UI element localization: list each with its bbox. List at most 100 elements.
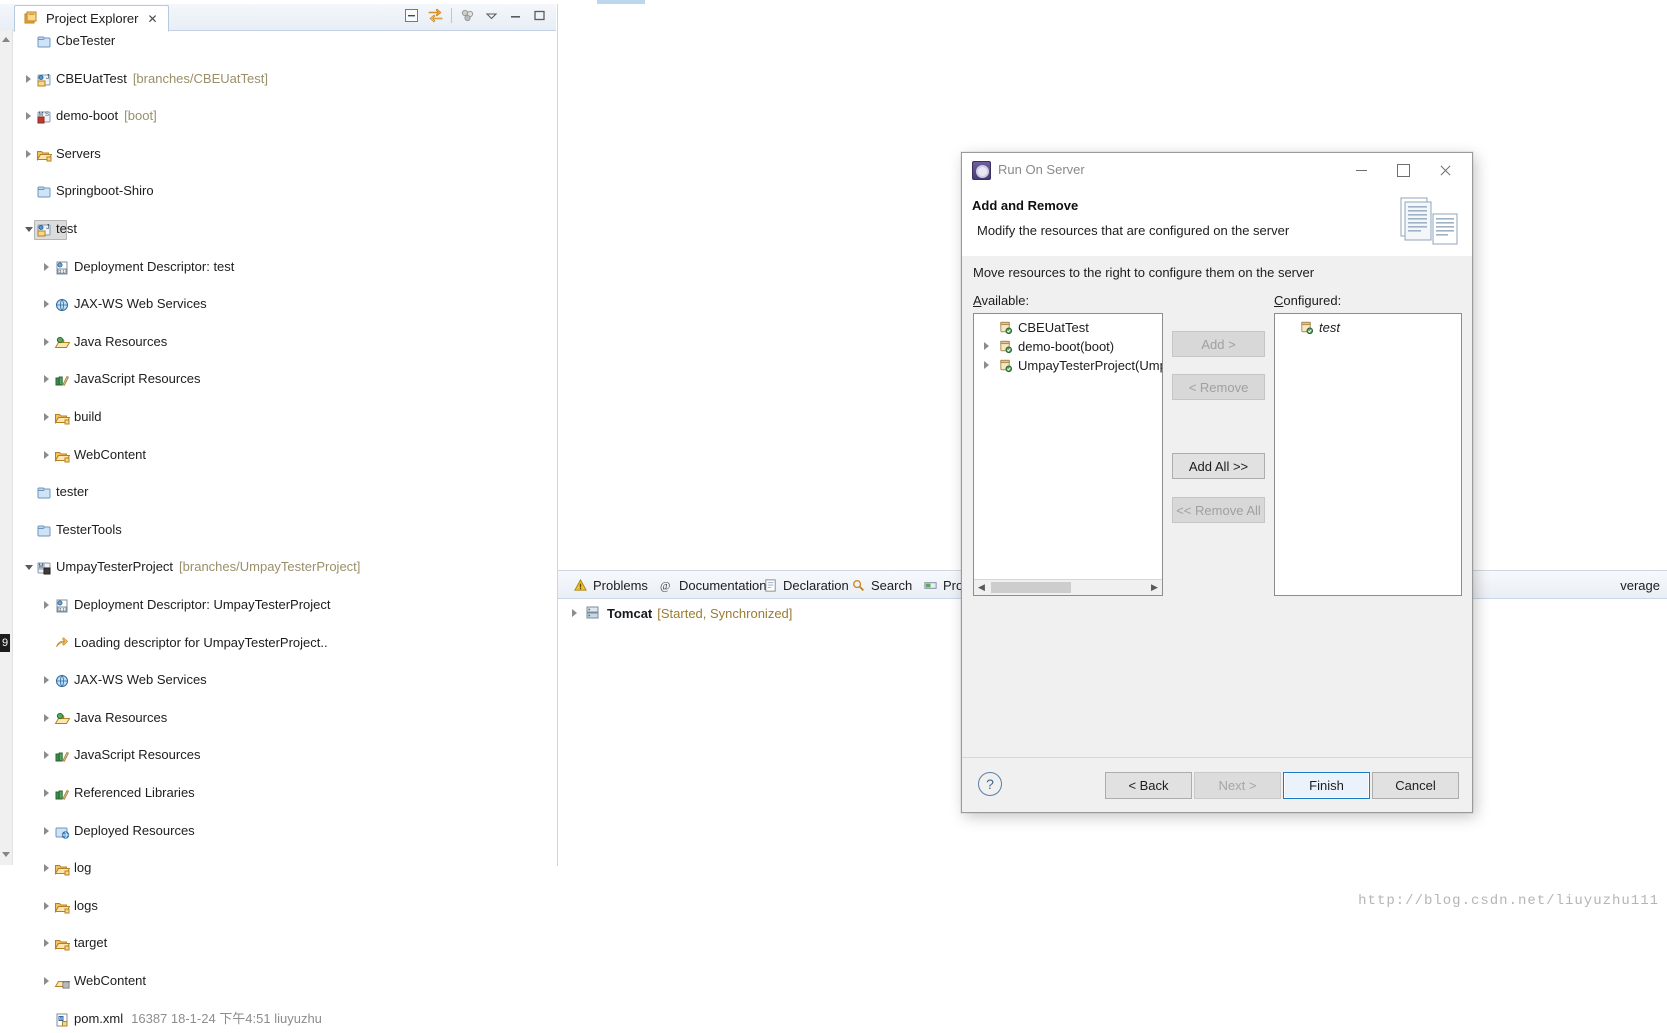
configured-modules-list[interactable]: test: [1274, 313, 1462, 596]
dialog-footer: ? < Back Next > Finish Cancel: [962, 757, 1472, 812]
tree-item[interactable]: JavaScript Resources: [14, 746, 554, 765]
tree-item[interactable]: JAX-WS Web Services: [14, 295, 554, 314]
collapse-all-icon[interactable]: [403, 7, 420, 24]
scroll-left-arrow[interactable]: ◀: [974, 580, 989, 594]
twisty-expanded-icon[interactable]: [22, 558, 34, 577]
available-modules-list[interactable]: ◀ ▶ CBEUatTest demo-boot(boot) UmpayTester…: [973, 313, 1163, 596]
hscroll-thumb[interactable]: [991, 582, 1071, 593]
twisty-collapsed-icon[interactable]: [22, 145, 34, 164]
twisty-collapsed-icon[interactable]: [40, 596, 52, 615]
tree-item[interactable]: TesterTools: [14, 521, 554, 540]
tree-item[interactable]: JavaScript Resources: [14, 370, 554, 389]
close-icon[interactable]: ✕: [147, 12, 157, 26]
twisty-collapsed-icon[interactable]: [40, 408, 52, 427]
minimize-icon[interactable]: [507, 7, 524, 24]
project-tree[interactable]: CbeTester J CBEUatTest [branches/CBEUatTest…: [14, 32, 554, 1027]
twisty-collapsed-icon[interactable]: [22, 70, 34, 89]
tree-item[interactable]: M Sdemo-boot [boot]: [14, 107, 554, 126]
tree-item-label: log: [74, 860, 92, 876]
server-row[interactable]: Tomcat [Started, Synchronized]: [568, 603, 792, 623]
close-icon[interactable]: [1424, 158, 1466, 182]
svg-text:J: J: [46, 74, 50, 81]
tree-item-label: Servers: [56, 145, 101, 161]
tree-item[interactable]: WebContent: [14, 972, 554, 991]
maximize-icon[interactable]: [1382, 158, 1424, 182]
tree-item[interactable]: Deployed Resources: [14, 822, 554, 841]
tree-item[interactable]: Springboot-Shiro: [14, 182, 554, 201]
tree-item[interactable]: Mpom.xml 16387 18-1-24 下午4:51 liuyuzhu: [14, 1010, 554, 1029]
tree-item-label: demo-boot: [56, 108, 119, 124]
minimize-icon[interactable]: [1340, 158, 1382, 182]
twisty-collapsed-icon[interactable]: [22, 107, 34, 126]
scroll-right-arrow[interactable]: ▶: [1147, 580, 1162, 594]
scroll-down-arrow[interactable]: [1, 849, 11, 861]
tree-item-label: JAX-WS Web Services: [74, 296, 207, 312]
svg-text:J: J: [46, 224, 50, 231]
tree-item[interactable]: target: [14, 934, 554, 953]
twisty-collapsed-icon[interactable]: [40, 746, 52, 765]
link-with-editor-icon[interactable]: [427, 7, 444, 24]
twisty-collapsed-icon[interactable]: [40, 709, 52, 728]
available-hscrollbar[interactable]: ◀ ▶: [974, 579, 1162, 595]
tree-item[interactable]: JAX-WS Web Services: [14, 671, 554, 690]
tree-item[interactable]: logs: [14, 897, 554, 916]
tree-item[interactable]: Loading descriptor for UmpayTesterProjec…: [14, 634, 554, 653]
twisty-collapsed-icon[interactable]: [40, 370, 52, 389]
maximize-icon[interactable]: [531, 7, 548, 24]
tree-item-label: build: [74, 408, 102, 424]
back-button[interactable]: < Back: [1105, 772, 1192, 799]
tree-item[interactable]: Referenced Libraries: [14, 784, 554, 803]
twisty-collapsed-icon[interactable]: [40, 972, 52, 991]
view-filter-icon[interactable]: [459, 7, 476, 24]
explorer-scroll-rail[interactable]: [0, 30, 13, 865]
edge-badge: 9: [0, 634, 10, 652]
twisty-collapsed-icon[interactable]: [40, 333, 52, 352]
tree-item[interactable]: build: [14, 408, 554, 427]
tab-project-explorer[interactable]: Project Explorer ✕: [14, 5, 169, 32]
tree-item[interactable]: WebContent: [14, 446, 554, 465]
coverage-tab-label[interactable]: verage: [1620, 578, 1660, 593]
dialog-titlebar[interactable]: Run On Server: [962, 153, 1472, 187]
tree-item[interactable]: CbeTester: [14, 32, 554, 51]
twisty-collapsed-icon[interactable]: [980, 356, 992, 375]
tree-item-label: Referenced Libraries: [74, 784, 195, 800]
tree-item[interactable]: Servers: [14, 145, 554, 164]
list-item[interactable]: test: [1275, 318, 1461, 337]
list-item[interactable]: demo-boot(boot): [974, 337, 1162, 356]
tree-item[interactable]: J CBEUatTest [branches/CBEUatTest]: [14, 70, 554, 89]
twisty-collapsed-icon[interactable]: [40, 934, 52, 953]
twisty-collapsed-icon[interactable]: [40, 295, 52, 314]
tree-item[interactable]: tester: [14, 483, 554, 502]
scroll-up-arrow[interactable]: [1, 34, 11, 46]
list-item[interactable]: UmpayTesterProject(Umpa: [974, 356, 1162, 375]
twisty-expanded-icon[interactable]: [22, 220, 34, 239]
server-twisty-icon[interactable]: [568, 604, 580, 623]
tree-item[interactable]: 3.1 Deployment Descriptor: UmpayTesterPro…: [14, 596, 554, 615]
twisty-collapsed-icon[interactable]: [40, 859, 52, 878]
search-icon: [851, 578, 866, 593]
view-menu-icon[interactable]: [483, 7, 500, 24]
cancel-button[interactable]: Cancel: [1372, 772, 1459, 799]
list-item-label: test: [1319, 320, 1340, 335]
bottom-tab-problems[interactable]: Problems: [564, 573, 657, 597]
tree-item[interactable]: Jtest: [14, 219, 554, 240]
help-button[interactable]: ?: [978, 772, 1002, 796]
tree-item[interactable]: log: [14, 859, 554, 878]
tree-item[interactable]: M UmpayTesterProject [branches/UmpayTester…: [14, 558, 554, 577]
tree-item[interactable]: 3.1 Deployment Descriptor: test: [14, 258, 554, 277]
bottom-tab-search[interactable]: Search: [842, 573, 921, 597]
tree-item[interactable]: Java Resources: [14, 709, 554, 728]
finish-button[interactable]: Finish: [1283, 772, 1370, 799]
list-item[interactable]: CBEUatTest: [974, 318, 1162, 337]
twisty-collapsed-icon[interactable]: [40, 784, 52, 803]
remove-all-button: << Remove All: [1172, 497, 1265, 523]
twisty-collapsed-icon[interactable]: [980, 337, 992, 356]
twisty-collapsed-icon[interactable]: [40, 822, 52, 841]
jaxws-icon: [54, 297, 70, 313]
twisty-collapsed-icon[interactable]: [40, 671, 52, 690]
twisty-collapsed-icon[interactable]: [40, 897, 52, 916]
twisty-collapsed-icon[interactable]: [40, 258, 52, 277]
tree-item[interactable]: Java Resources: [14, 333, 554, 352]
twisty-collapsed-icon[interactable]: [40, 446, 52, 465]
add-all-button[interactable]: Add All >>: [1172, 453, 1265, 479]
